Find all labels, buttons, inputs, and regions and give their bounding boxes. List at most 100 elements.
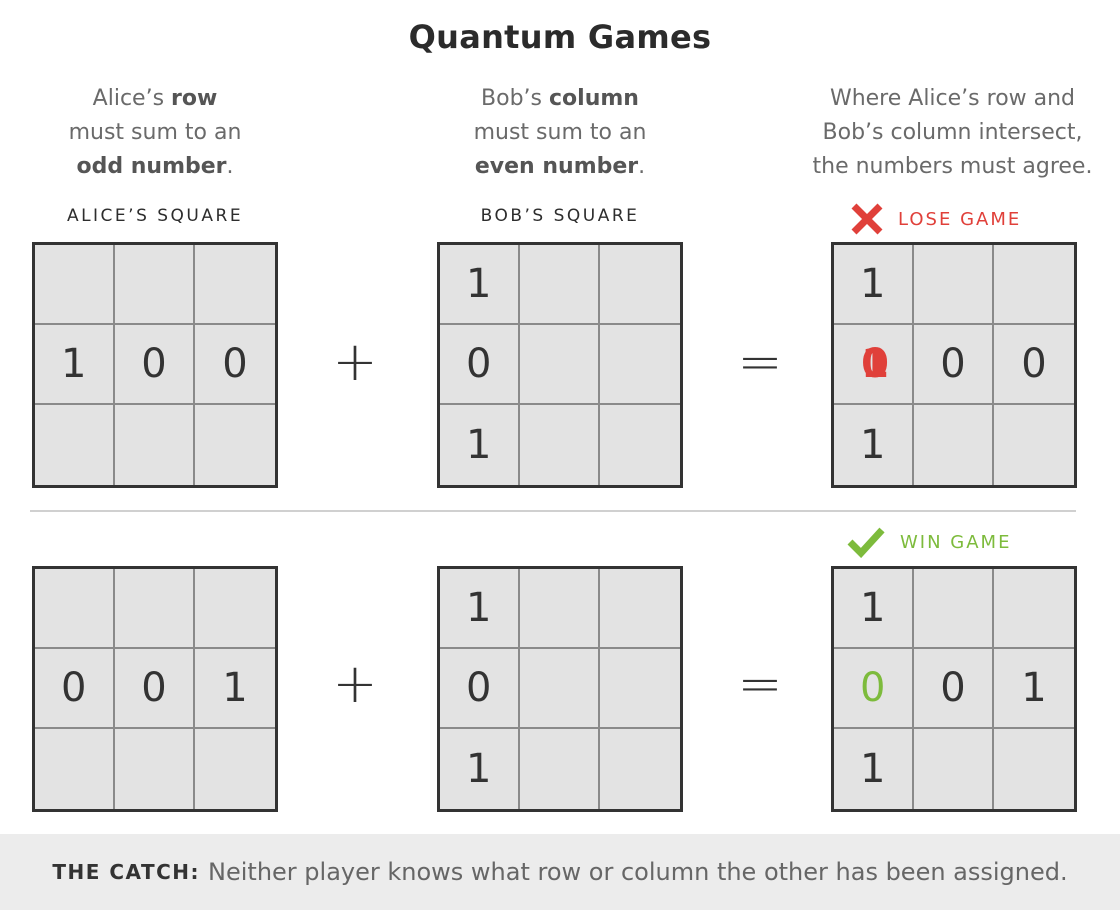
grid-cell: [914, 569, 994, 649]
grid-cell: 10: [834, 325, 914, 405]
page-title: Quantum Games: [408, 18, 712, 56]
cell-value: 0: [141, 341, 167, 387]
alice-rule-bold-row: row: [171, 86, 218, 111]
cell-value: 1: [466, 746, 492, 792]
grid-cell: [35, 569, 115, 649]
grid-cell: 1: [440, 405, 520, 485]
grid-cell: [35, 405, 115, 485]
cell-value: 0: [466, 341, 492, 387]
grid-cell: [520, 569, 600, 649]
cell-value: 1: [860, 585, 886, 631]
grid-cell: [520, 245, 600, 325]
grid-cell: [520, 325, 600, 405]
grid-cell: 1: [834, 729, 914, 809]
cell-value: 1: [222, 665, 248, 711]
conflict-value: 10: [860, 341, 890, 387]
plus-operator-1: +: [332, 330, 378, 393]
alice-rule-post: .: [226, 154, 234, 179]
grid-cell: [600, 405, 680, 485]
grid-cell: [195, 729, 275, 809]
bob-rule: Bob’s column must sum to an even number.: [435, 82, 685, 184]
alice-rule-mid: must sum to an: [68, 120, 242, 145]
x-icon: [851, 203, 883, 235]
cell-value: 1: [860, 261, 886, 307]
footer-catch: THE CATCH: Neither player knows what row…: [0, 834, 1120, 910]
grid-cell: [115, 729, 195, 809]
alice-square-label: ALICE’S SQUARE: [66, 206, 244, 226]
catch-text: Neither player knows what row or column …: [208, 858, 1068, 886]
grid-cell: [914, 729, 994, 809]
cell-value: 1: [466, 585, 492, 631]
intersect-rule-line2: Bob’s column intersect,: [822, 120, 1083, 145]
grid-cell: [994, 405, 1074, 485]
grid-cell: [520, 649, 600, 729]
cell-value: 1: [1021, 665, 1047, 711]
bob-square-grid-2: 1 0 1: [437, 566, 683, 812]
grid-cell: 1: [35, 325, 115, 405]
grid-cell: [600, 649, 680, 729]
grid-cell: 0: [440, 325, 520, 405]
result-grid-1: 110001: [831, 242, 1077, 488]
win-game-label: WIN GAME: [900, 531, 1012, 553]
cell-value: 0: [466, 665, 492, 711]
grid-cell: [600, 729, 680, 809]
cell-value: 1: [466, 261, 492, 307]
grid-cell: [994, 569, 1074, 649]
plus-operator-2: +: [332, 652, 378, 715]
grid-cell: 0: [195, 325, 275, 405]
grid-cell: [195, 245, 275, 325]
grid-cell: [520, 405, 600, 485]
grid-cell: [115, 245, 195, 325]
bob-rule-mid: must sum to an: [473, 120, 647, 145]
grid-cell: 0: [35, 649, 115, 729]
cell-value: 0: [61, 665, 87, 711]
check-icon: [847, 527, 885, 558]
grid-cell: [115, 405, 195, 485]
grid-cell: 1: [440, 245, 520, 325]
cell-value: 0: [141, 665, 167, 711]
cell-value: 1: [860, 746, 886, 792]
cell-value: 1: [860, 422, 886, 468]
cell-value: 0: [222, 341, 248, 387]
intersect-rule-line3: the numbers must agree.: [812, 154, 1093, 179]
grid-cell: 0: [914, 325, 994, 405]
grid-cell: 0: [994, 325, 1074, 405]
grid-cell: 1: [994, 649, 1074, 729]
intersect-rule-line1: Where Alice’s row and: [829, 86, 1076, 111]
catch-label: THE CATCH:: [52, 860, 201, 884]
grid-cell: [600, 325, 680, 405]
grid-cell: [35, 729, 115, 809]
bob-rule-post: .: [638, 154, 646, 179]
lose-game-status: LOSE GAME: [850, 203, 1021, 235]
grid-cell: [600, 245, 680, 325]
grid-cell: 1: [195, 649, 275, 729]
result-grid-2: 1 0 0 1 1: [831, 566, 1077, 812]
cell-value: 1: [61, 341, 87, 387]
conflict-digit: 0: [861, 341, 889, 387]
cell-value: 0: [1021, 341, 1047, 387]
grid-cell: [195, 405, 275, 485]
grid-cell: 1: [440, 569, 520, 649]
grid-cell: [520, 729, 600, 809]
intersect-rule: Where Alice’s row and Bob’s column inter…: [790, 82, 1115, 184]
grid-cell: [195, 569, 275, 649]
alice-rule-pre: Alice’s: [92, 86, 172, 111]
grid-cell: 0: [834, 649, 914, 729]
cell-value: 0: [860, 665, 886, 711]
alice-rule: Alice’s row must sum to an odd number.: [30, 82, 280, 184]
grid-cell: 0: [914, 649, 994, 729]
section-divider: [30, 510, 1076, 512]
grid-cell: 1: [834, 405, 914, 485]
win-game-status: WIN GAME: [846, 526, 1011, 558]
cell-value: 0: [940, 341, 966, 387]
grid-cell: 1: [834, 245, 914, 325]
grid-cell: 1: [834, 569, 914, 649]
grid-cell: [914, 405, 994, 485]
grid-cell: 0: [115, 649, 195, 729]
grid-cell: 0: [115, 325, 195, 405]
equals-operator-1: =: [737, 330, 783, 393]
grid-cell: 0: [440, 649, 520, 729]
grid-cell: [914, 245, 994, 325]
alice-square-grid-2: 0 0 1: [32, 566, 278, 812]
lose-game-label: LOSE GAME: [898, 208, 1022, 230]
